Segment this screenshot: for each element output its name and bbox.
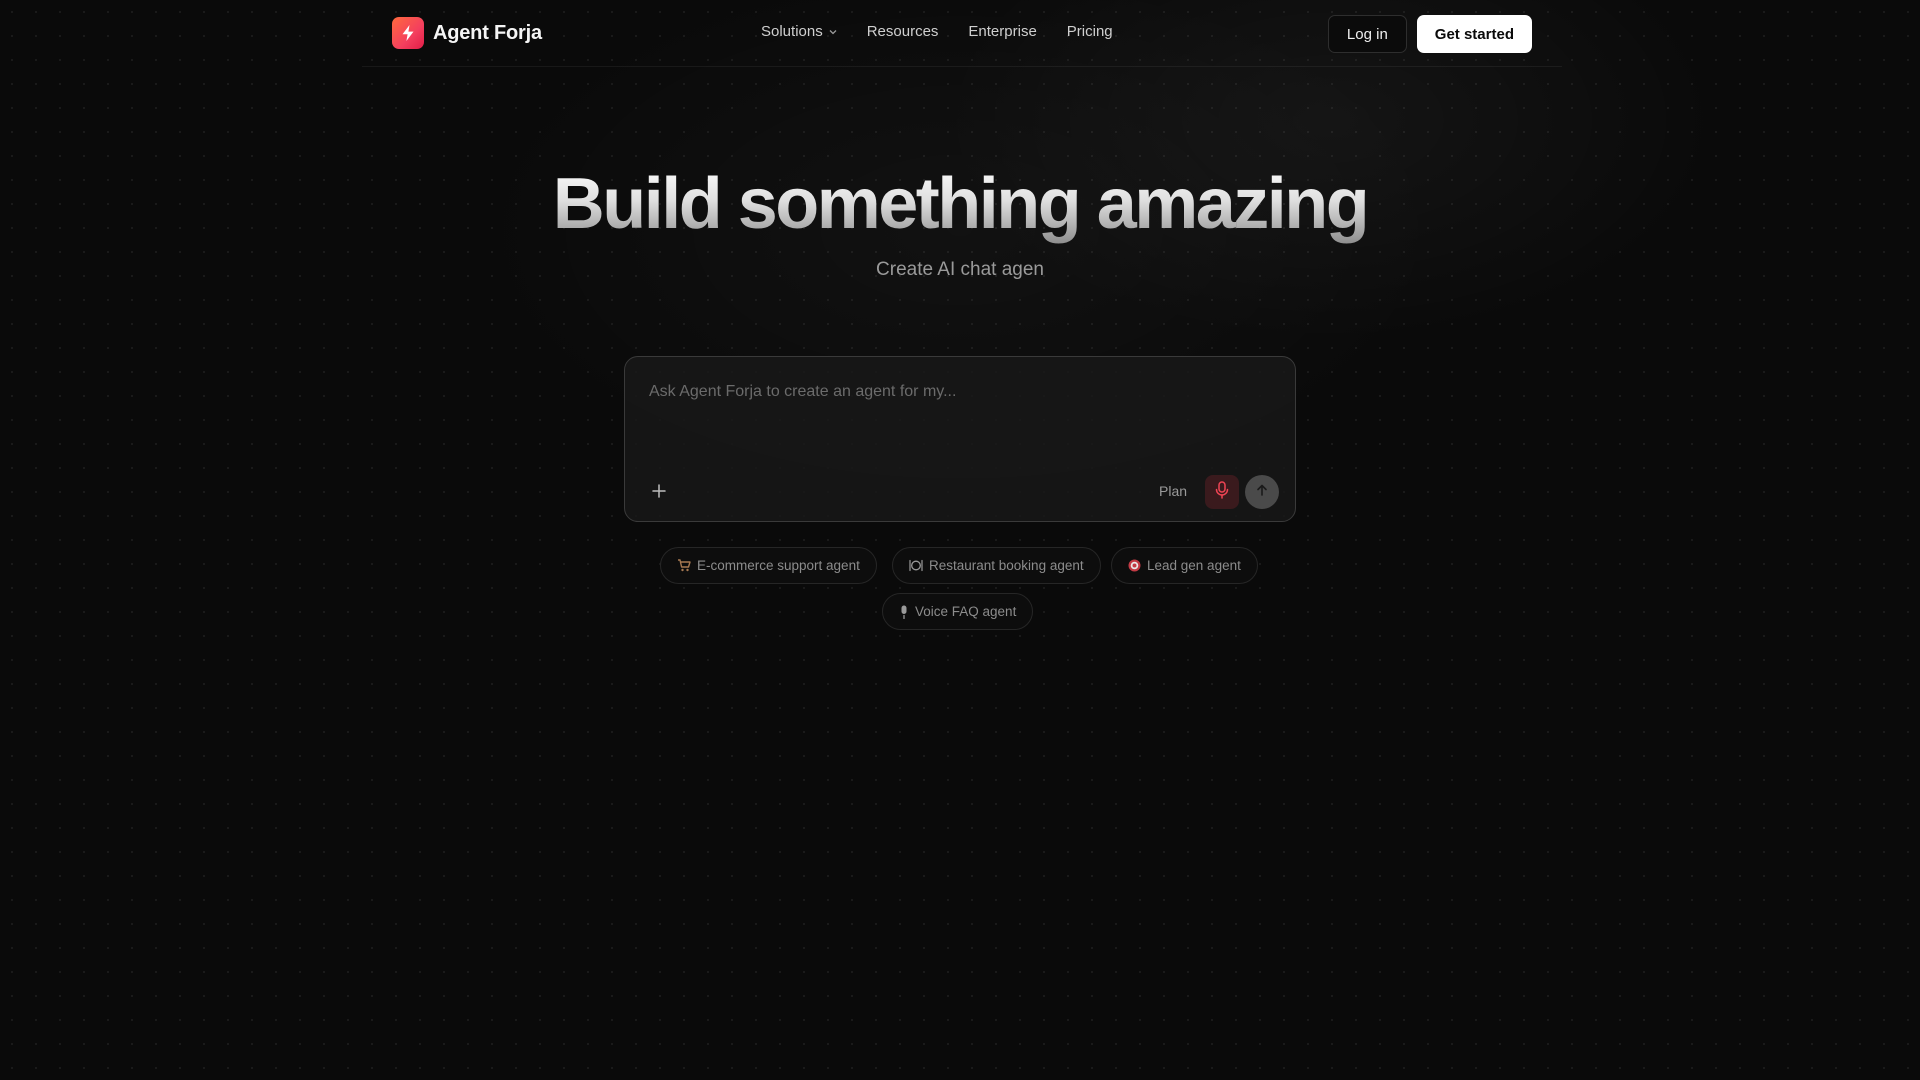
plan-button[interactable]: Plan (1159, 483, 1187, 499)
suggestion-chip-voice-faq[interactable]: Voice FAQ agent (882, 593, 1034, 630)
voice-input-button[interactable] (1205, 475, 1239, 509)
suggestion-chip-lead-gen[interactable]: Lead gen agent (1111, 547, 1258, 584)
target-icon (1128, 559, 1141, 572)
microphone-icon (899, 605, 909, 619)
chevron-down-icon (829, 29, 837, 35)
suggestion-label: Voice FAQ agent (915, 604, 1017, 619)
prompt-box: Plan (624, 356, 1296, 522)
nav-item-resources[interactable]: Resources (867, 23, 939, 40)
nav-item-label: Pricing (1066, 23, 1113, 40)
nav-item-label: Resources (866, 23, 939, 40)
suggestion-label: Restaurant booking agent (929, 558, 1084, 573)
nav-item-label: Solutions (761, 23, 823, 40)
get-started-button[interactable]: Get started (1416, 15, 1532, 53)
plate-cutlery-icon (909, 559, 923, 572)
nav-item-solutions[interactable]: Solutions (761, 23, 837, 40)
nav-item-label: Enterprise (968, 23, 1037, 40)
nav-item-enterprise[interactable]: Enterprise (968, 23, 1036, 40)
suggestion-chip-restaurant[interactable]: Restaurant booking agent (892, 547, 1101, 584)
prompt-input[interactable] (649, 379, 1269, 405)
submit-button[interactable] (1245, 475, 1279, 509)
microphone-icon (1214, 480, 1230, 504)
plus-icon (652, 483, 666, 503)
nav-item-pricing[interactable]: Pricing (1067, 23, 1113, 40)
brand-name: Agent Forja (433, 21, 542, 44)
arrow-up-icon (1255, 483, 1269, 502)
suggestion-label: E-commerce support agent (697, 558, 860, 573)
brand[interactable]: Agent Forja (392, 17, 542, 49)
main-nav: Solutions Resources Enterprise Pricing (761, 23, 1143, 40)
top-navbar: Agent Forja Solutions Resources Enterpri… (362, 0, 1562, 67)
lightning-logo-icon (392, 17, 424, 49)
hero-subtitle: Create AI chat agen (876, 259, 1044, 280)
hero-title: Build something amazing (0, 162, 1920, 246)
shopping-cart-icon (677, 559, 691, 572)
suggestion-chip-ecommerce[interactable]: E-commerce support agent (660, 547, 877, 584)
login-button[interactable]: Log in (1327, 15, 1407, 53)
add-attachment-button[interactable] (645, 479, 673, 507)
header-actions: Log in Get started (1327, 15, 1532, 53)
suggestion-label: Lead gen agent (1147, 558, 1241, 573)
